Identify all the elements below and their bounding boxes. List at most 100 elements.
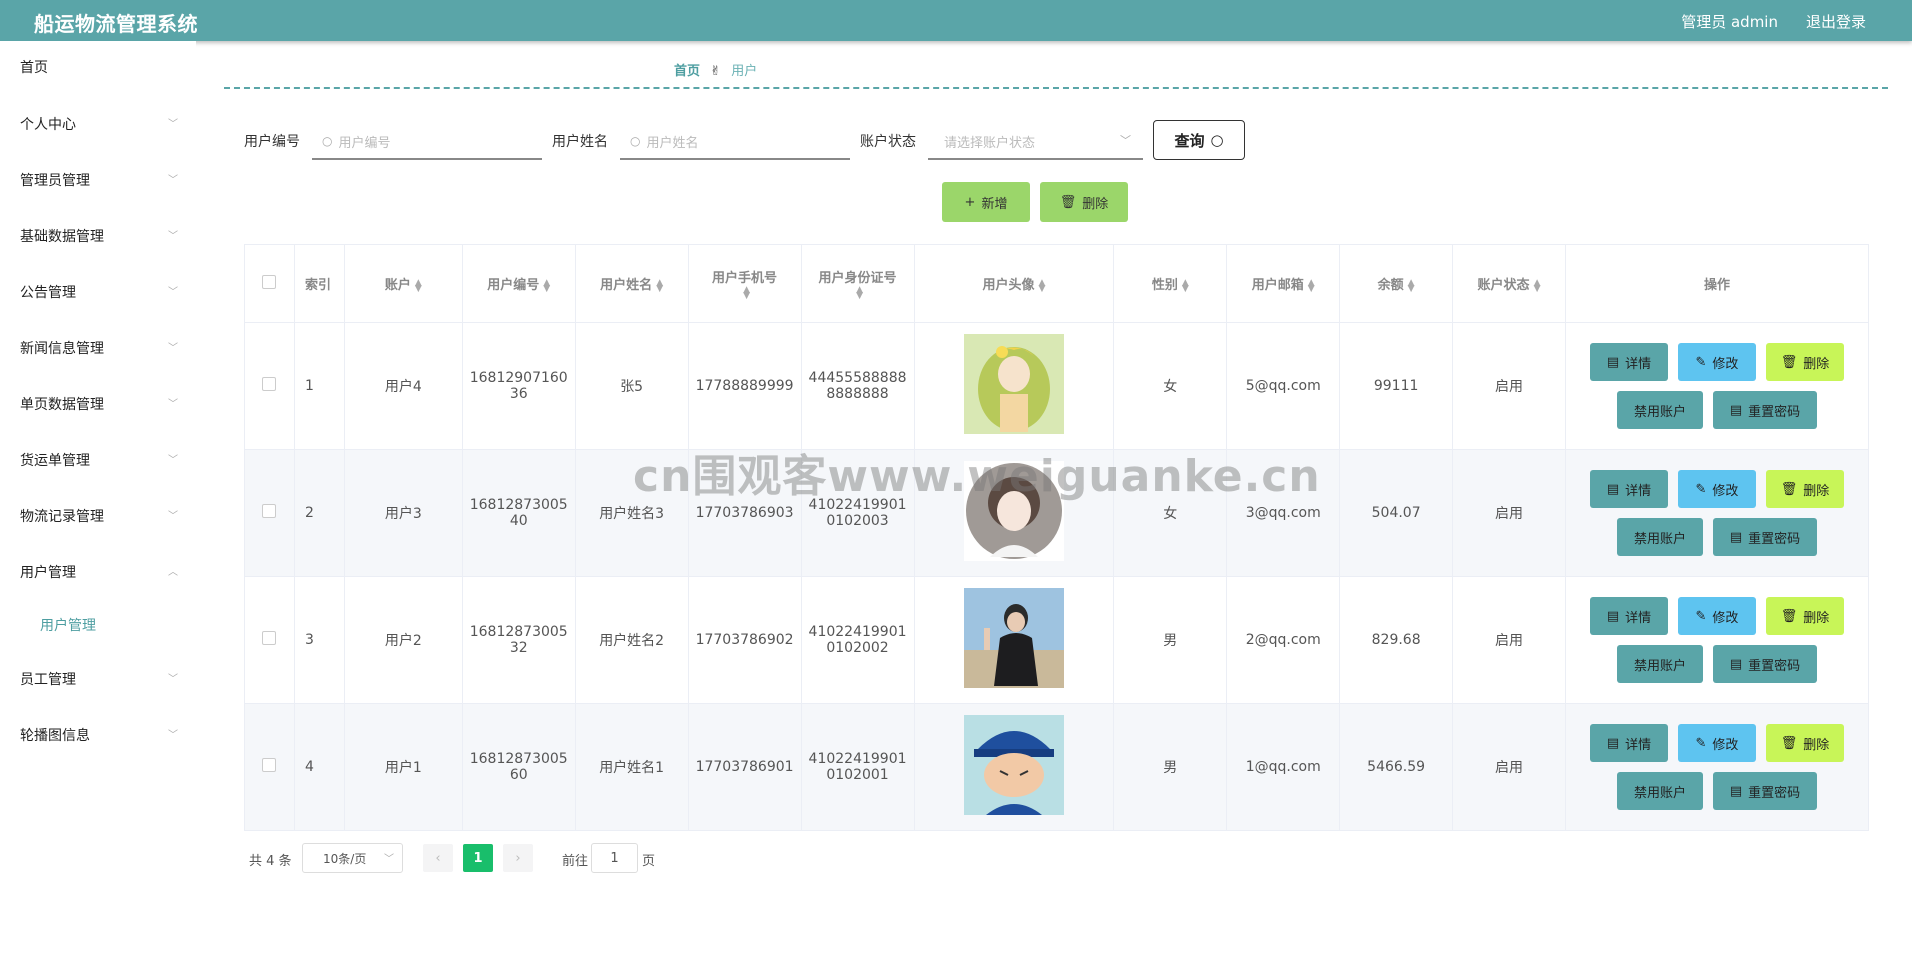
sidebar-item-basic-data[interactable]: 基础数据管理 ﹀: [0, 217, 196, 257]
cell-balance: 99111: [1339, 322, 1454, 450]
detail-button[interactable]: ▤ 详情: [1589, 597, 1668, 635]
trash-icon: 🗑: [1780, 481, 1798, 497]
sort-icon: ▲ ▼: [543, 277, 551, 294]
sort-icon: ▲ ▼: [1407, 277, 1415, 294]
cell-balance: 829.68: [1339, 576, 1454, 704]
breadcrumb-current: 用户: [731, 64, 758, 79]
disable-account-button[interactable]: 禁用账户: [1616, 645, 1703, 683]
sidebar-item-user-manage[interactable]: 用户管理 ︿: [0, 553, 196, 593]
row-checkbox[interactable]: [262, 377, 277, 391]
reset-password-button[interactable]: ▤ 重置密码: [1712, 772, 1817, 810]
reset-password-button[interactable]: ▤ 重置密码: [1712, 645, 1817, 683]
trash-icon: 🗑: [1059, 194, 1077, 210]
detail-button[interactable]: ▤ 详情: [1589, 724, 1668, 762]
page-number-current[interactable]: 1: [463, 844, 493, 872]
cell-status: 启用: [1452, 703, 1566, 831]
query-button[interactable]: 查询 ○: [1153, 120, 1245, 160]
sidebar-item-single-page[interactable]: 单页数据管理 ﹀: [0, 385, 196, 425]
cell-gender: 男: [1113, 703, 1228, 831]
reset-password-button[interactable]: ▤ 重置密码: [1712, 518, 1817, 556]
cell-id-card: 41022419901 0102002: [800, 576, 915, 704]
delete-button[interactable]: 🗑 删除: [1765, 343, 1844, 381]
sort-icon: ▲ ▼: [1307, 277, 1315, 294]
edit-button[interactable]: ✎ 修改: [1677, 597, 1756, 635]
header-status[interactable]: 账户状态 ▲ ▼: [1452, 244, 1566, 323]
row-checkbox[interactable]: [262, 504, 277, 518]
status-select[interactable]: 请选择账户状态 ﹀: [928, 124, 1143, 160]
select-all-checkbox[interactable]: [262, 274, 277, 289]
row-checkbox[interactable]: [262, 631, 277, 645]
top-header: 船运物流管理系统 管理员 admin 退出登录: [0, 0, 1912, 41]
add-button[interactable]: + 新增: [942, 182, 1030, 222]
sidebar-item-staff[interactable]: 员工管理 ﹀: [0, 660, 196, 700]
cell-account: 用户4: [343, 322, 463, 450]
goto-page-input[interactable]: 1: [591, 843, 638, 873]
edit-button[interactable]: ✎ 修改: [1677, 343, 1756, 381]
header-user-no[interactable]: 用户编号 ▲ ▼: [461, 244, 576, 323]
sidebar-item-home[interactable]: 首页: [0, 48, 196, 88]
table-header-row: 索引 账户 ▲ ▼ 用户编号 ▲ ▼ 用户姓名 ▲ ▼ 用户手机号 ▲ ▼ 用户身份证号 ▲ ▼ 用…: [244, 244, 1870, 323]
breadcrumb-home[interactable]: 首页: [674, 64, 700, 79]
sidebar-item-admin-manage[interactable]: 管理员管理 ﹀: [0, 161, 196, 201]
sidebar-item-notice[interactable]: 公告管理 ﹀: [0, 273, 196, 313]
edit-button[interactable]: ✎ 修改: [1677, 470, 1756, 508]
cell-user-name: 张5: [574, 322, 689, 450]
sidebar-subitem-user-manage[interactable]: 用户管理: [0, 606, 196, 646]
pencil-icon: ✎: [1695, 735, 1707, 751]
sidebar-item-personal-center[interactable]: 个人中心 ﹀: [0, 105, 196, 145]
header-phone[interactable]: 用户手机号 ▲ ▼: [687, 244, 802, 323]
row-checkbox[interactable]: [262, 758, 277, 772]
disable-account-button[interactable]: 禁用账户: [1616, 518, 1703, 556]
document-icon: ▤: [1606, 481, 1620, 497]
header-balance[interactable]: 余额 ▲ ▼: [1339, 244, 1454, 323]
header-gender[interactable]: 性别 ▲ ▼: [1113, 244, 1228, 323]
cell-avatar: [913, 703, 1115, 831]
cell-status: 启用: [1452, 449, 1566, 577]
sidebar-item-freight[interactable]: 货运单管理 ﹀: [0, 441, 196, 481]
user-avatar[interactable]: [963, 334, 1064, 434]
document-icon: ▤: [1606, 354, 1620, 370]
next-page-button[interactable]: ›: [503, 844, 533, 872]
sort-icon: ▲ ▼: [743, 285, 751, 301]
header-id-card[interactable]: 用户身份证号 ▲ ▼: [800, 244, 915, 323]
prev-page-button[interactable]: ‹: [423, 844, 453, 872]
header-account[interactable]: 账户 ▲ ▼: [343, 244, 463, 323]
batch-delete-button[interactable]: 🗑 删除: [1040, 182, 1128, 222]
header-index: 索引: [293, 244, 345, 323]
search-icon: ○: [630, 134, 641, 148]
goto-label: 前往: [562, 854, 589, 869]
cell-index: 1: [293, 322, 345, 450]
sort-icon: ▲ ▼: [856, 285, 863, 301]
disable-account-button[interactable]: 禁用账户: [1616, 391, 1703, 429]
divider: [224, 87, 1888, 89]
chevron-down-icon: ﹀: [384, 854, 394, 865]
header-email[interactable]: 用户邮箱 ▲ ▼: [1226, 244, 1341, 323]
detail-button[interactable]: ▤ 详情: [1589, 343, 1668, 381]
user-avatar[interactable]: [963, 715, 1064, 815]
reset-password-button[interactable]: ▤ 重置密码: [1712, 391, 1817, 429]
header-user-name[interactable]: 用户姓名 ▲ ▼: [574, 244, 689, 323]
page-label: 页: [642, 854, 656, 869]
table-row: 3 用户2 16812873005 32 用户姓名2 17703786902 41…: [244, 576, 1870, 704]
user-avatar[interactable]: [963, 588, 1064, 688]
delete-button[interactable]: 🗑 删除: [1765, 597, 1844, 635]
page-size-select[interactable]: 10条/页 ﹀: [302, 843, 403, 873]
sidebar-item-carousel[interactable]: 轮播图信息 ﹀: [0, 716, 196, 756]
cell-index: 3: [293, 576, 345, 704]
disable-account-button[interactable]: 禁用账户: [1616, 772, 1703, 810]
sort-icon: ▲ ▼: [414, 277, 422, 294]
cell-id-card: 41022419901 0102001: [800, 703, 915, 831]
user-name-input[interactable]: ○ 用户姓名: [620, 124, 850, 160]
sidebar-item-logistics[interactable]: 物流记录管理 ﹀: [0, 497, 196, 537]
pagination-total: 共 4 条: [249, 854, 292, 869]
detail-button[interactable]: ▤ 详情: [1589, 470, 1668, 508]
user-no-input[interactable]: ○ 用户编号: [312, 124, 542, 160]
delete-button[interactable]: 🗑 删除: [1765, 724, 1844, 762]
cell-avatar: [913, 576, 1115, 704]
delete-button[interactable]: 🗑 删除: [1765, 470, 1844, 508]
header-avatar[interactable]: 用户头像 ▲ ▼: [913, 244, 1115, 323]
sidebar-item-news[interactable]: 新闻信息管理 ﹀: [0, 329, 196, 369]
logout-link[interactable]: 退出登录: [1806, 11, 1866, 32]
edit-button[interactable]: ✎ 修改: [1677, 724, 1756, 762]
cell-email: 1@qq.com: [1226, 703, 1341, 831]
